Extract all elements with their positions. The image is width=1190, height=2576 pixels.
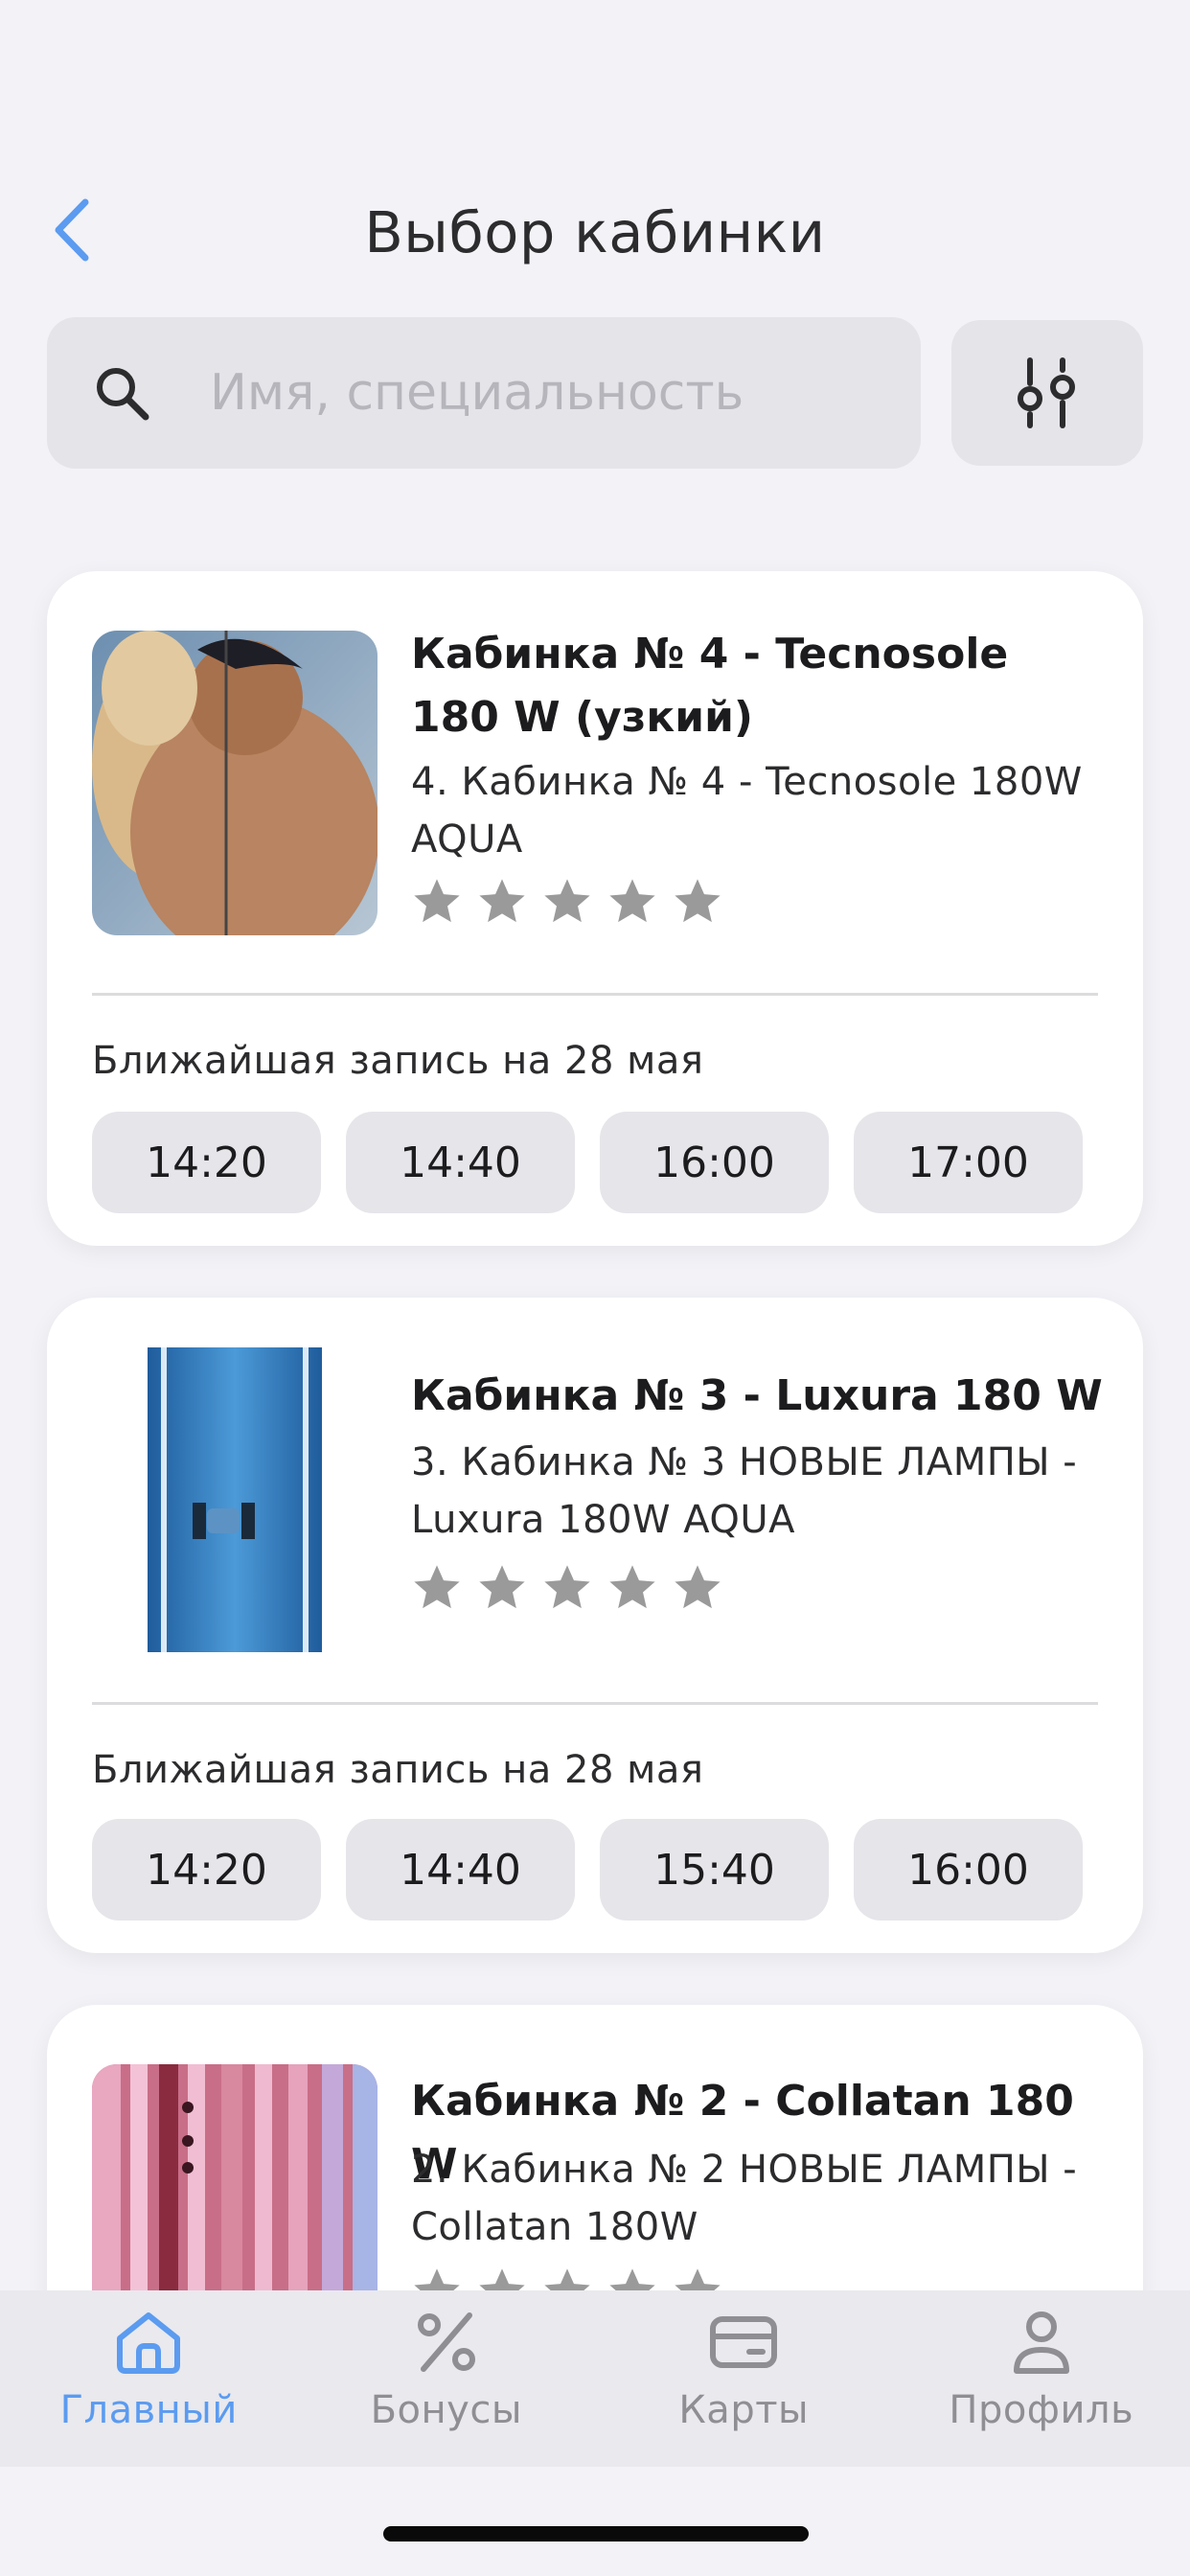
cabin-description: 3. Кабинка № 3 НОВЫЕ ЛАМПЫ - Luxura 180W… bbox=[411, 1440, 1078, 1542]
cabin-card[interactable]: Кабинка № 4 - Tecnosole 180 W (узкий) 4.… bbox=[47, 571, 1143, 1246]
time-slot-button[interactable]: 14:20 bbox=[92, 1819, 321, 1920]
tab-bonuses[interactable]: Бонусы bbox=[298, 2290, 596, 2467]
cabin-photo bbox=[92, 631, 378, 935]
divider bbox=[92, 1702, 1098, 1705]
tab-label: Главный bbox=[59, 2388, 238, 2432]
home-icon bbox=[117, 2312, 181, 2374]
time-slot-button[interactable]: 14:20 bbox=[92, 1112, 321, 1213]
nearest-booking-label: Ближайшая запись на 28 мая bbox=[92, 1748, 704, 1792]
star-icon bbox=[479, 879, 525, 923]
home-indicator[interactable] bbox=[383, 2526, 809, 2542]
star-icon bbox=[479, 1565, 525, 1609]
time-slot-button[interactable]: 16:00 bbox=[854, 1819, 1083, 1920]
nearest-booking-label: Ближайшая запись на 28 мая bbox=[92, 1039, 704, 1083]
search-icon bbox=[97, 368, 149, 421]
cabin-name: Кабинка № 3 - Luxura 180 W bbox=[411, 1371, 1103, 1420]
time-slots: 14:20 14:40 15:40 16:00 bbox=[92, 1819, 1083, 1920]
profile-icon bbox=[1013, 2312, 1069, 2374]
search-input[interactable] bbox=[210, 364, 881, 422]
time-slot-button[interactable]: 17:00 bbox=[854, 1112, 1083, 1213]
time-slots: 14:20 14:40 16:00 17:00 bbox=[92, 1112, 1083, 1213]
home-indicator-area bbox=[0, 2467, 1190, 2576]
tab-label: Бонусы bbox=[370, 2388, 522, 2432]
header: Выбор кабинки bbox=[0, 172, 1190, 288]
rating-stars bbox=[411, 876, 723, 928]
star-icon bbox=[544, 1565, 590, 1609]
tab-label: Карты bbox=[678, 2388, 810, 2432]
star-icon bbox=[609, 879, 655, 923]
time-slot-button[interactable]: 15:40 bbox=[600, 1819, 829, 1920]
tab-bar: Главный Бонусы Карты Профиль bbox=[0, 2290, 1190, 2467]
star-icon bbox=[544, 879, 590, 923]
percent-icon bbox=[417, 2312, 475, 2372]
rating-stars bbox=[411, 1562, 723, 1614]
time-slot-button[interactable]: 14:40 bbox=[346, 1819, 575, 1920]
card-icon bbox=[710, 2316, 778, 2368]
cabin-description: 2. Кабинка № 2 НОВЫЕ ЛАМПЫ - Collatan 18… bbox=[411, 2148, 1078, 2249]
star-icon bbox=[414, 879, 460, 923]
star-icon bbox=[675, 879, 721, 923]
cabin-photo bbox=[92, 1347, 378, 1652]
search-bar[interactable] bbox=[47, 317, 921, 469]
star-icon bbox=[609, 1565, 655, 1609]
cabin-name: Кабинка № 4 - Tecnosole 180 W (узкий) bbox=[411, 630, 1009, 742]
tab-label: Профиль bbox=[949, 2388, 1134, 2432]
tab-home[interactable]: Главный bbox=[0, 2290, 298, 2467]
tab-cards[interactable]: Карты bbox=[595, 2290, 893, 2467]
cabin-description: 4. Кабинка № 4 - Tecnosole 180W AQUA bbox=[411, 760, 1083, 862]
time-slot-button[interactable]: 14:40 bbox=[346, 1112, 575, 1213]
filter-button[interactable] bbox=[951, 320, 1143, 466]
star-icon bbox=[414, 1565, 460, 1609]
divider bbox=[92, 993, 1098, 996]
time-slot-button[interactable]: 16:00 bbox=[600, 1112, 829, 1213]
screen: Выбор кабинки Имя, специальность Кабинка… bbox=[0, 0, 1190, 2576]
star-icon bbox=[675, 1565, 721, 1609]
page-title: Выбор кабинки bbox=[364, 199, 826, 265]
cabin-card[interactable]: Кабинка № 3 - Luxura 180 W 3. Кабинка № … bbox=[47, 1298, 1143, 1953]
tab-profile[interactable]: Профиль bbox=[893, 2290, 1190, 2467]
filter-sliders-icon bbox=[1018, 357, 1075, 428]
